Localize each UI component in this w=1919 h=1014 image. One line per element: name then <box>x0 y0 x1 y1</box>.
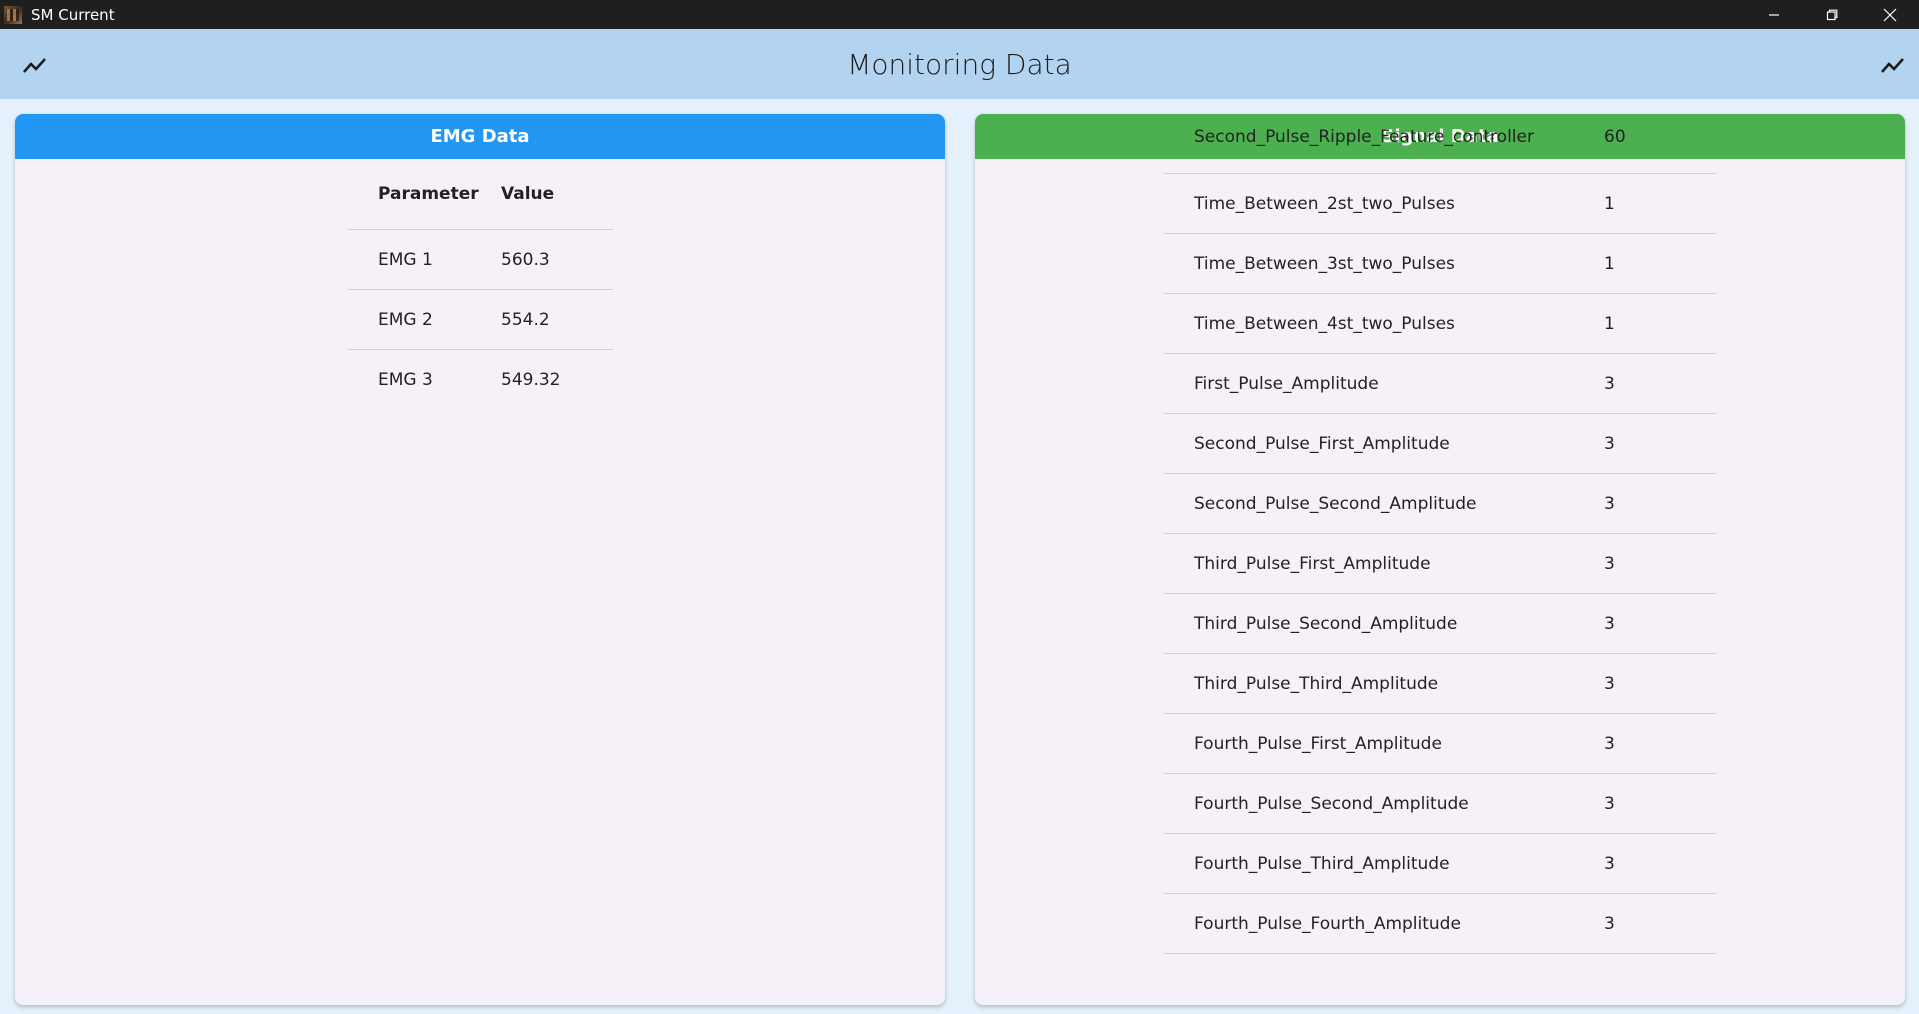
window-controls <box>1745 0 1919 29</box>
table-row: EMG 1 560.3 <box>348 230 613 290</box>
emg-card-header: EMG Data <box>15 114 945 159</box>
row-parameter: Time_Between_2st_two_Pulses <box>1194 193 1455 214</box>
table-row: Third_Pulse_Second_Amplitude 3 <box>1164 594 1716 654</box>
row-value: 3 <box>1604 793 1615 814</box>
row-parameter: Fourth_Pulse_Fourth_Amplitude <box>1194 913 1461 934</box>
table-row: First_Pulse_Amplitude 3 <box>1164 354 1716 414</box>
row-value: 3 <box>1604 733 1615 754</box>
table-row: Time_Between_4st_two_Pulses 1 <box>1164 294 1716 354</box>
window-title: SM Current <box>31 5 115 24</box>
table-row: Third_Pulse_Third_Amplitude 3 <box>1164 654 1716 714</box>
row-value: 3 <box>1604 673 1615 694</box>
row-value: 3 <box>1604 853 1615 874</box>
restore-button[interactable] <box>1803 0 1861 29</box>
row-value: 3 <box>1604 493 1615 514</box>
table-row: Second_Pulse_Second_Amplitude 3 <box>1164 474 1716 534</box>
row-parameter: EMG 2 <box>378 309 433 330</box>
row-value: 554.2 <box>501 309 550 330</box>
row-parameter: Second_Pulse_Second_Amplitude <box>1194 493 1477 514</box>
row-value: 1 <box>1604 313 1615 334</box>
table-row: Time_Between_2st_two_Pulses 1 <box>1164 174 1716 234</box>
row-parameter: Fourth_Pulse_First_Amplitude <box>1194 733 1442 754</box>
emg-table: Parameter Value EMG 1 560.3 EMG 2 554.2 … <box>348 159 613 409</box>
table-row: Fourth_Pulse_First_Amplitude 3 <box>1164 714 1716 774</box>
row-parameter: Time_Between_4st_two_Pulses <box>1194 313 1455 334</box>
row-parameter: EMG 3 <box>378 369 433 390</box>
minimize-button[interactable] <box>1745 0 1803 29</box>
window-titlebar: SM Current <box>0 0 1919 29</box>
row-parameter: First_Pulse_Amplitude <box>1194 373 1379 394</box>
row-parameter: Third_Pulse_Third_Amplitude <box>1194 673 1439 694</box>
table-row: Time_Between_3st_two_Pulses 1 <box>1164 234 1716 294</box>
row-parameter: Second_Pulse_Ripple_Feature_controller <box>1194 127 1534 147</box>
row-value: 549.32 <box>501 369 561 390</box>
table-row: Fourth_Pulse_Second_Amplitude 3 <box>1164 774 1716 834</box>
close-button[interactable] <box>1861 0 1919 29</box>
close-icon <box>1883 8 1897 21</box>
row-parameter: EMG 1 <box>378 249 433 270</box>
row-parameter: Time_Between_3st_two_Pulses <box>1194 253 1455 274</box>
minimize-icon <box>1769 13 1779 16</box>
row-parameter: Third_Pulse_Second_Amplitude <box>1194 613 1458 634</box>
page-title: Monitoring Data <box>847 47 1072 81</box>
table-row: Fourth_Pulse_Fourth_Amplitude 3 <box>1164 894 1716 954</box>
row-parameter: Fourth_Pulse_Third_Amplitude <box>1194 853 1450 874</box>
row-value: 1 <box>1604 253 1615 274</box>
row-parameter: Fourth_Pulse_Second_Amplitude <box>1194 793 1469 814</box>
table-row: EMG 2 554.2 <box>348 290 613 350</box>
row-value: 60 <box>1604 127 1626 147</box>
row-value: 3 <box>1604 373 1615 394</box>
row-value: 560.3 <box>501 249 550 270</box>
table-row: Second_Pulse_Ripple_Feature_controller 6… <box>1164 127 1716 174</box>
row-value: 3 <box>1604 433 1615 454</box>
table-row: Third_Pulse_First_Amplitude 3 <box>1164 534 1716 594</box>
row-value: 3 <box>1604 553 1615 574</box>
row-parameter: Third_Pulse_First_Amplitude <box>1194 553 1431 574</box>
row-value: 1 <box>1604 193 1615 214</box>
column-header-parameter: Parameter <box>378 184 479 204</box>
column-header-value: Value <box>501 184 555 204</box>
app-bar: Monitoring Data <box>0 29 1919 99</box>
emg-data-card: EMG Data Parameter Value EMG 1 560.3 EMG… <box>15 114 945 1005</box>
row-value: 3 <box>1604 613 1615 634</box>
trending-up-icon[interactable] <box>1879 51 1907 79</box>
app-icon <box>4 5 22 24</box>
trending-up-icon[interactable] <box>21 51 49 79</box>
table-row: EMG 3 549.32 <box>348 350 613 409</box>
table-row: Second_Pulse_First_Amplitude 3 <box>1164 414 1716 474</box>
signal-data-card: Signal Data Second_Pulse_Ripple_Feature_… <box>975 114 1905 1005</box>
signal-table[interactable]: Second_Pulse_Ripple_Feature_controller 6… <box>1164 127 1716 954</box>
table-header-row: Parameter Value <box>348 159 613 230</box>
restore-icon <box>1826 9 1838 20</box>
row-parameter: Second_Pulse_First_Amplitude <box>1194 433 1450 454</box>
row-value: 3 <box>1604 913 1615 934</box>
table-row: Fourth_Pulse_Third_Amplitude 3 <box>1164 834 1716 894</box>
